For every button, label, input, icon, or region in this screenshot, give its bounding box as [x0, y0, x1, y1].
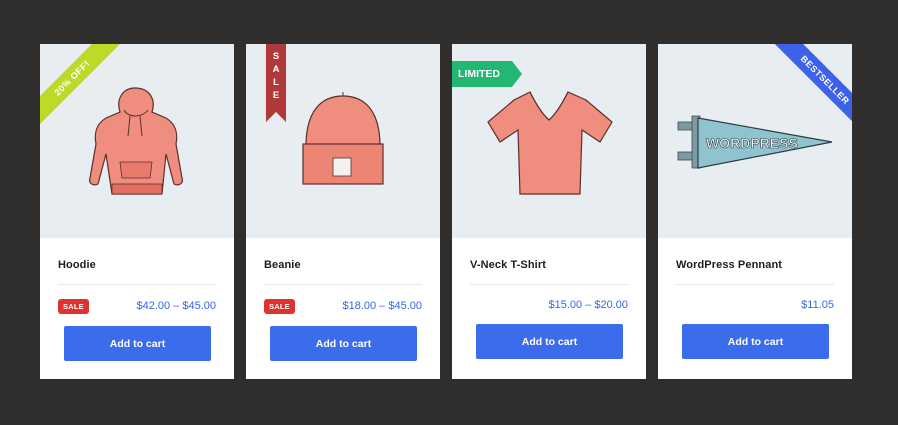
add-to-cart-button[interactable]: Add to cart	[476, 324, 623, 359]
product-title[interactable]: V-Neck T-Shirt	[470, 259, 546, 271]
product-image-vneck[interactable]: LIMITED	[452, 44, 646, 238]
product-card-beanie[interactable]: S A L E Beanie SALE $18.00 – $45.00 Add …	[246, 44, 440, 379]
product-image-beanie[interactable]: S A L E	[246, 44, 440, 238]
sale-badge: SALE	[58, 299, 89, 314]
add-to-cart-button[interactable]: Add to cart	[64, 326, 211, 361]
sale-badge: SALE	[264, 299, 295, 314]
product-card-pennant[interactable]: WORDPRESS BESTSELLER WordPress Pennant $…	[658, 44, 852, 379]
sale-flag: S A L E	[266, 44, 286, 122]
divider	[470, 284, 628, 285]
product-card-vneck[interactable]: LIMITED V-Neck T-Shirt $15.00 – $20.00 A…	[452, 44, 646, 379]
add-to-cart-button[interactable]: Add to cart	[270, 326, 417, 361]
sale-flag-letter: E	[272, 90, 280, 101]
product-title[interactable]: WordPress Pennant	[676, 259, 782, 271]
pennant-text: WORDPRESS	[706, 135, 798, 151]
product-title[interactable]: Beanie	[264, 259, 301, 271]
product-image-pennant[interactable]: WORDPRESS BESTSELLER	[658, 44, 852, 238]
product-price: $15.00 – $20.00	[548, 299, 628, 311]
product-card-hoodie[interactable]: 20% OFF! Hoodie SALE $42.00 – $45.00 Add…	[40, 44, 234, 379]
product-price: $42.00 – $45.00	[136, 300, 216, 312]
divider	[58, 284, 216, 285]
divider	[264, 284, 422, 285]
product-image-hoodie[interactable]: 20% OFF!	[40, 44, 234, 238]
product-price: $11.05	[801, 299, 834, 311]
product-price: $18.00 – $45.00	[342, 300, 422, 312]
divider	[676, 284, 834, 285]
limited-flag: LIMITED	[452, 61, 522, 87]
sale-flag-letter: S	[272, 51, 280, 62]
product-title[interactable]: Hoodie	[58, 259, 96, 271]
sale-flag-letter: A	[272, 64, 280, 75]
add-to-cart-button[interactable]: Add to cart	[682, 324, 829, 359]
sale-flag-letter: L	[273, 77, 279, 88]
